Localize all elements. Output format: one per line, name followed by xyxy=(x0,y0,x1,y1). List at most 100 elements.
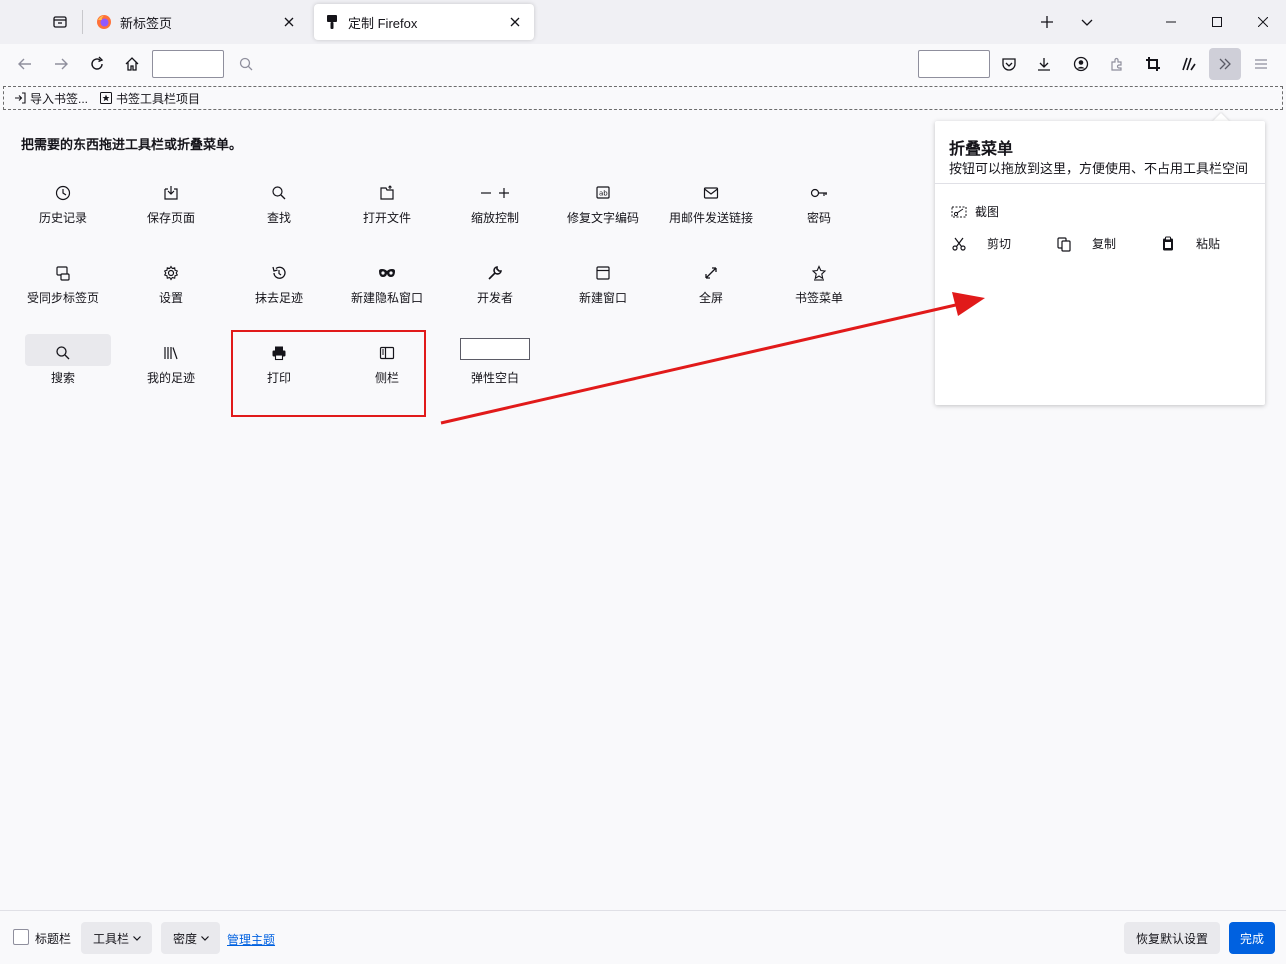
search-placeholder-button[interactable] xyxy=(230,48,262,80)
plus-icon xyxy=(1040,15,1054,29)
import-icon xyxy=(14,92,30,104)
reload-icon xyxy=(89,56,105,72)
palette-item-save-page[interactable]: 保存页面 xyxy=(117,174,225,238)
palette-item-settings[interactable]: 设置 xyxy=(117,254,225,318)
restore-defaults-button[interactable]: 恢复默认设置 xyxy=(1124,922,1221,954)
dropdown-label: 工具栏 xyxy=(93,931,130,946)
home-icon xyxy=(124,56,140,72)
tab-new-tab[interactable]: 新标签页 xyxy=(86,4,308,40)
palette-item-email-link[interactable]: 用邮件发送链接 xyxy=(657,174,765,238)
toolbars-dropdown[interactable]: 工具栏 xyxy=(81,922,153,954)
palette-item-label: 全屏 xyxy=(698,291,723,305)
manage-themes-link[interactable]: 管理主题 xyxy=(227,931,275,948)
close-icon xyxy=(1258,17,1268,27)
url-bar-placeholder[interactable] xyxy=(152,50,224,78)
close-window-button[interactable] xyxy=(1240,0,1286,44)
palette-item-label: 我的足迹 xyxy=(146,371,195,385)
dropdown-label: 密度 xyxy=(173,931,198,946)
bookmark-toolbar-items[interactable]: 书签工具栏项目 xyxy=(100,90,200,107)
titlebar-label: 标题栏 xyxy=(35,932,72,946)
palette-item-forget[interactable]: 抹去足迹 xyxy=(225,254,333,318)
panel-item-paste[interactable]: 粘贴 xyxy=(1160,235,1220,252)
screenshot-scissors-icon xyxy=(951,204,967,220)
library-shelf-icon xyxy=(1181,56,1197,72)
close-tab-icon[interactable] xyxy=(504,11,526,33)
forward-button[interactable] xyxy=(45,48,77,80)
done-button[interactable]: 完成 xyxy=(1229,922,1275,954)
text-encoding-icon: ab xyxy=(595,182,611,204)
palette-item-private-window[interactable]: 新建隐私窗口 xyxy=(333,254,441,318)
open-file-icon xyxy=(379,182,395,204)
palette-item-bookmarks-menu[interactable]: 书签菜单 xyxy=(765,254,873,318)
account-button[interactable] xyxy=(1065,48,1097,80)
panel-divider xyxy=(935,183,1265,184)
back-button[interactable] xyxy=(9,48,41,80)
density-dropdown[interactable]: 密度 xyxy=(161,922,221,954)
palette-item-library[interactable]: 我的足迹 xyxy=(117,334,225,398)
palette-item-label: 新建隐私窗口 xyxy=(350,291,423,305)
palette-item-search[interactable]: 搜索 xyxy=(9,334,117,398)
panel-item-label: 剪切 xyxy=(987,237,1012,251)
bookmark-star-box-icon xyxy=(100,92,116,104)
forward-arrow-icon xyxy=(53,56,69,72)
minimize-icon xyxy=(1166,17,1176,27)
palette-item-new-window[interactable]: 新建窗口 xyxy=(549,254,657,318)
palette-item-developer[interactable]: 开发者 xyxy=(441,254,549,318)
app-menu-button[interactable] xyxy=(1245,48,1277,80)
titlebar-checkbox[interactable] xyxy=(13,929,29,945)
bookmark-label: 书签工具栏项目 xyxy=(116,91,201,106)
minimize-button[interactable] xyxy=(1148,0,1194,44)
downloads-button[interactable] xyxy=(1028,48,1060,80)
navigation-toolbar xyxy=(0,44,1286,84)
customize-footer: 标题栏 工具栏 密度 管理主题 恢复默认设置 完成 xyxy=(0,910,1286,964)
palette-item-label: 保存页面 xyxy=(146,211,195,225)
window-controls xyxy=(1148,0,1286,44)
search-icon xyxy=(55,342,71,364)
screenshot-crop-button[interactable] xyxy=(1137,48,1169,80)
palette-item-open-file[interactable]: 打开文件 xyxy=(333,174,441,238)
tab-customize-firefox[interactable]: 定制 Firefox xyxy=(314,4,534,40)
palette-item-synced-tabs[interactable]: 受同步标签页 xyxy=(9,254,117,318)
overflow-menu-button[interactable] xyxy=(1209,48,1241,80)
list-all-tabs-button[interactable] xyxy=(1071,6,1103,38)
home-button[interactable] xyxy=(116,48,148,80)
maximize-button[interactable] xyxy=(1194,0,1240,44)
palette-item-label: 弹性空白 xyxy=(470,371,519,385)
spacer-placeholder[interactable] xyxy=(918,50,990,78)
panel-title: 折叠菜单 xyxy=(949,141,1014,158)
extensions-button[interactable] xyxy=(1101,48,1133,80)
palette-item-label: 抹去足迹 xyxy=(254,291,303,305)
palette-item-label: 用邮件发送链接 xyxy=(668,211,753,225)
tab-strip: 新标签页 定制 Firefox xyxy=(0,0,1286,44)
private-mask-icon xyxy=(378,262,396,284)
palette-item-text-encoding[interactable]: ab 修复文字编码 xyxy=(549,174,657,238)
reload-button[interactable] xyxy=(81,48,113,80)
palette-item-zoom-controls[interactable]: 缩放控制 xyxy=(441,174,549,238)
palette-item-history[interactable]: 历史记录 xyxy=(9,174,117,238)
palette-item-find[interactable]: 查找 xyxy=(225,174,333,238)
double-chevron-right-icon xyxy=(1217,56,1233,72)
panel-item-screenshot[interactable]: 截图 xyxy=(951,203,999,220)
palette-item-flexible-space[interactable]: 弹性空白 xyxy=(441,334,549,398)
bookmark-import[interactable]: 导入书签... xyxy=(14,90,88,107)
panel-item-copy[interactable]: 复制 xyxy=(1056,235,1116,252)
palette-item-fullscreen[interactable]: 全屏 xyxy=(657,254,765,318)
scissors-icon xyxy=(951,236,967,252)
palette-item-label: 设置 xyxy=(158,291,183,305)
save-page-icon xyxy=(163,182,179,204)
panel-item-cut[interactable]: 剪切 xyxy=(951,235,1041,252)
reader-library-button[interactable] xyxy=(1173,48,1205,80)
firefox-view-button[interactable] xyxy=(44,6,76,38)
tab-label: 新标签页 xyxy=(120,15,173,31)
new-tab-button[interactable] xyxy=(1031,6,1063,38)
close-tab-icon[interactable] xyxy=(278,11,300,33)
new-window-icon xyxy=(595,262,611,284)
bookmarks-toolbar: 导入书签... 书签工具栏项目 xyxy=(3,86,1283,110)
settings-gear-icon xyxy=(163,262,179,284)
palette-item-label: 书签菜单 xyxy=(794,291,843,305)
find-icon xyxy=(271,182,287,204)
email-link-icon xyxy=(703,182,719,204)
palette-item-passwords[interactable]: 密码 xyxy=(765,174,873,238)
zoom-controls-icon xyxy=(479,182,511,204)
pocket-button[interactable] xyxy=(993,48,1025,80)
